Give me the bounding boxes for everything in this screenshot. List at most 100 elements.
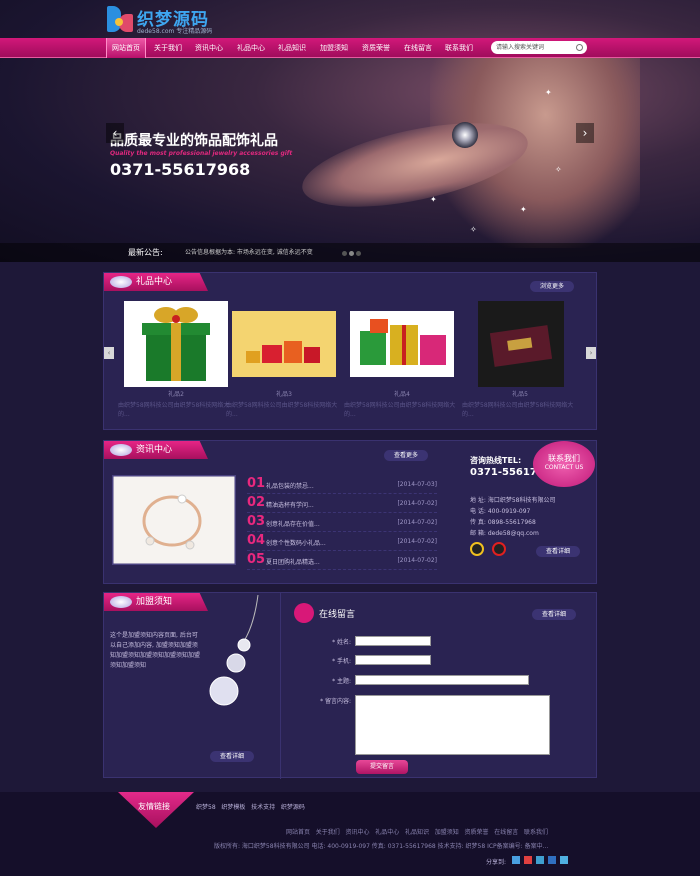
contact-fax: 传 真: 0898-55617968 — [470, 519, 536, 526]
news-section-title: 资讯中心 — [104, 441, 208, 459]
message-more-button[interactable]: 查看详细 — [532, 609, 576, 620]
friend-link[interactable]: 织梦58 — [196, 804, 216, 811]
section-emblem-icon — [110, 276, 132, 288]
news-date: [2014-07-03] — [397, 481, 437, 488]
news-item[interactable]: 01 礼品包装的禁忌... [2014-07-03] — [247, 476, 437, 494]
gift-name: 礼品4 — [394, 391, 410, 398]
pagination-dot[interactable] — [356, 251, 361, 256]
gifts-section-title: 礼品中心 — [104, 273, 208, 291]
news-item[interactable]: 05 夏日团购礼品精选... [2014-07-02] — [247, 552, 437, 570]
news-title[interactable]: 夏日团购礼品精选... — [266, 557, 320, 566]
gift-name: 礼品3 — [276, 391, 292, 398]
gifts-next-arrow-icon[interactable]: › — [586, 347, 596, 359]
name-field[interactable] — [355, 636, 431, 646]
footer-nav-link[interactable]: 礼品中心 — [375, 829, 399, 836]
header-banner: ✦ ✦ ✧ ✧ ✦ 织梦源码 dede58.com 专注精品源码 网站首页 关于… — [0, 0, 700, 262]
search-placeholder: 请输入搜索关键词 — [496, 44, 545, 51]
footer-nav-link[interactable]: 联系我们 — [524, 829, 548, 836]
share-label: 分享到: — [486, 859, 507, 866]
gifts-more-button[interactable]: 浏览更多 — [530, 281, 574, 292]
banner-subtitle: Quality the most professional jewelry ac… — [110, 150, 293, 157]
phone-field[interactable] — [355, 655, 431, 665]
friend-link[interactable]: 技术支持 — [251, 804, 275, 811]
nav-item-contact[interactable]: 联系我们 — [440, 38, 478, 58]
notice-text[interactable]: 公告信息根据为本: 市场永远在变, 诚信永远不变 — [185, 243, 313, 262]
contact-badge-en: CONTACT US — [544, 464, 584, 471]
sparkle-icon: ✧ — [555, 165, 562, 174]
qq-icon[interactable] — [492, 542, 506, 556]
nav-item-honors[interactable]: 资质荣誉 — [357, 38, 395, 58]
gift-name: 礼品2 — [168, 391, 184, 398]
news-item[interactable]: 04 创意个性数码小礼品... [2014-07-02] — [247, 533, 437, 551]
phone-label: * 手机: — [332, 658, 351, 665]
banner-phone: 0371-55617968 — [110, 160, 251, 179]
news-date: [2014-07-02] — [397, 538, 437, 545]
colorful-gifts-image — [350, 311, 454, 377]
main-nav: 网站首页 关于我们 资讯中心 礼品中心 礼品知识 加盟须知 资质荣誉 在线留言 … — [0, 38, 700, 58]
footer-nav-link[interactable]: 在线留言 — [494, 829, 518, 836]
qq-icon[interactable] — [470, 542, 484, 556]
footer-nav-link[interactable]: 资质荣誉 — [465, 829, 489, 836]
news-number: 03 — [247, 514, 266, 529]
news-number: 04 — [247, 533, 266, 548]
news-more-button[interactable]: 查看更多 — [384, 450, 428, 461]
footer-nav-link[interactable]: 网站首页 — [286, 829, 310, 836]
contact-email: 邮 箱: dede58@qq.com — [470, 530, 539, 537]
nav-item-home[interactable]: 网站首页 — [106, 38, 146, 58]
news-number: 02 — [247, 495, 266, 510]
news-date: [2014-07-02] — [397, 519, 437, 526]
search-input[interactable]: 请输入搜索关键词 — [491, 41, 587, 54]
renren-share-icon[interactable] — [548, 856, 556, 864]
news-title[interactable]: 创意个性数码小礼品... — [266, 538, 326, 547]
nav-item-gifts[interactable]: 礼品中心 — [232, 38, 270, 58]
gifts-prev-arrow-icon[interactable]: ‹ — [104, 347, 114, 359]
search-icon[interactable] — [576, 44, 583, 51]
pagination-dot[interactable] — [349, 251, 354, 256]
bracelet-image[interactable] — [112, 475, 236, 565]
join-details-button[interactable]: 查看详细 — [210, 751, 254, 762]
news-date: [2014-07-02] — [397, 500, 437, 507]
notice-bar: 最新公告: 公告信息根据为本: 市场永远在变, 诚信永远不变 — [0, 243, 700, 262]
logo-tagline: dede58.com 专注精品源码 — [137, 28, 213, 35]
gift-description: 由织梦58网科技公司由织梦58科技网络大的... — [462, 402, 574, 418]
news-item[interactable]: 03 创意礼品存在价值... [2014-07-02] — [247, 514, 437, 532]
copyright: 版权所有: 海口织梦58科技有限公司 电话: 400-0919-097 传真: … — [214, 843, 549, 850]
contact-details-button[interactable]: 查看详细 — [536, 546, 580, 557]
tencent-share-icon[interactable] — [536, 856, 544, 864]
banner-pagination — [342, 250, 363, 258]
qzone-share-icon[interactable] — [512, 856, 520, 864]
news-title[interactable]: 精油选杯有学问... — [266, 500, 314, 509]
friend-link[interactable]: 织梦模板 — [221, 804, 245, 811]
weibo-share-icon[interactable] — [524, 856, 532, 864]
subject-field[interactable] — [355, 675, 529, 685]
friend-link[interactable]: 织梦源码 — [281, 804, 305, 811]
news-title[interactable]: 创意礼品存在价值... — [266, 519, 320, 528]
news-number: 01 — [247, 476, 266, 491]
submit-message-button[interactable]: 提交留言 — [356, 760, 408, 774]
banner-next-arrow-icon[interactable]: › — [576, 123, 594, 143]
news-date: [2014-07-02] — [397, 557, 437, 564]
pagination-dot[interactable] — [342, 251, 347, 256]
contact-us-badge[interactable]: 联系我们 CONTACT US — [533, 441, 595, 487]
banner-prev-arrow-icon[interactable]: ‹ — [106, 123, 124, 143]
nav-item-join[interactable]: 加盟须知 — [315, 38, 353, 58]
content-textarea[interactable] — [355, 695, 550, 755]
nav-item-message[interactable]: 在线留言 — [399, 38, 437, 58]
news-item[interactable]: 02 精油选杯有学问... [2014-07-02] — [247, 495, 437, 513]
more-share-icon[interactable] — [560, 856, 568, 864]
nav-item-about[interactable]: 关于我们 — [149, 38, 187, 58]
nav-item-knowledge[interactable]: 礼品知识 — [273, 38, 311, 58]
diamond-pendant-image — [209, 595, 259, 706]
news-number: 05 — [247, 552, 266, 567]
news-title[interactable]: 礼品包装的禁忌... — [266, 481, 314, 490]
section-emblem-icon — [110, 596, 132, 608]
footer-nav-link[interactable]: 礼品知识 — [405, 829, 429, 836]
footer-nav-link[interactable]: 关于我们 — [316, 829, 340, 836]
message-title: 在线留言 — [319, 610, 356, 620]
gift-description: 由织梦58网科技公司由织梦58科技网络大的... — [226, 402, 338, 418]
footer-nav-link[interactable]: 资讯中心 — [346, 829, 370, 836]
footer-nav-link[interactable]: 加盟须知 — [435, 829, 459, 836]
divider — [280, 593, 281, 779]
nav-item-news[interactable]: 资讯中心 — [190, 38, 228, 58]
site-logo[interactable]: 织梦源码 dede58.com 专注精品源码 — [107, 4, 217, 36]
